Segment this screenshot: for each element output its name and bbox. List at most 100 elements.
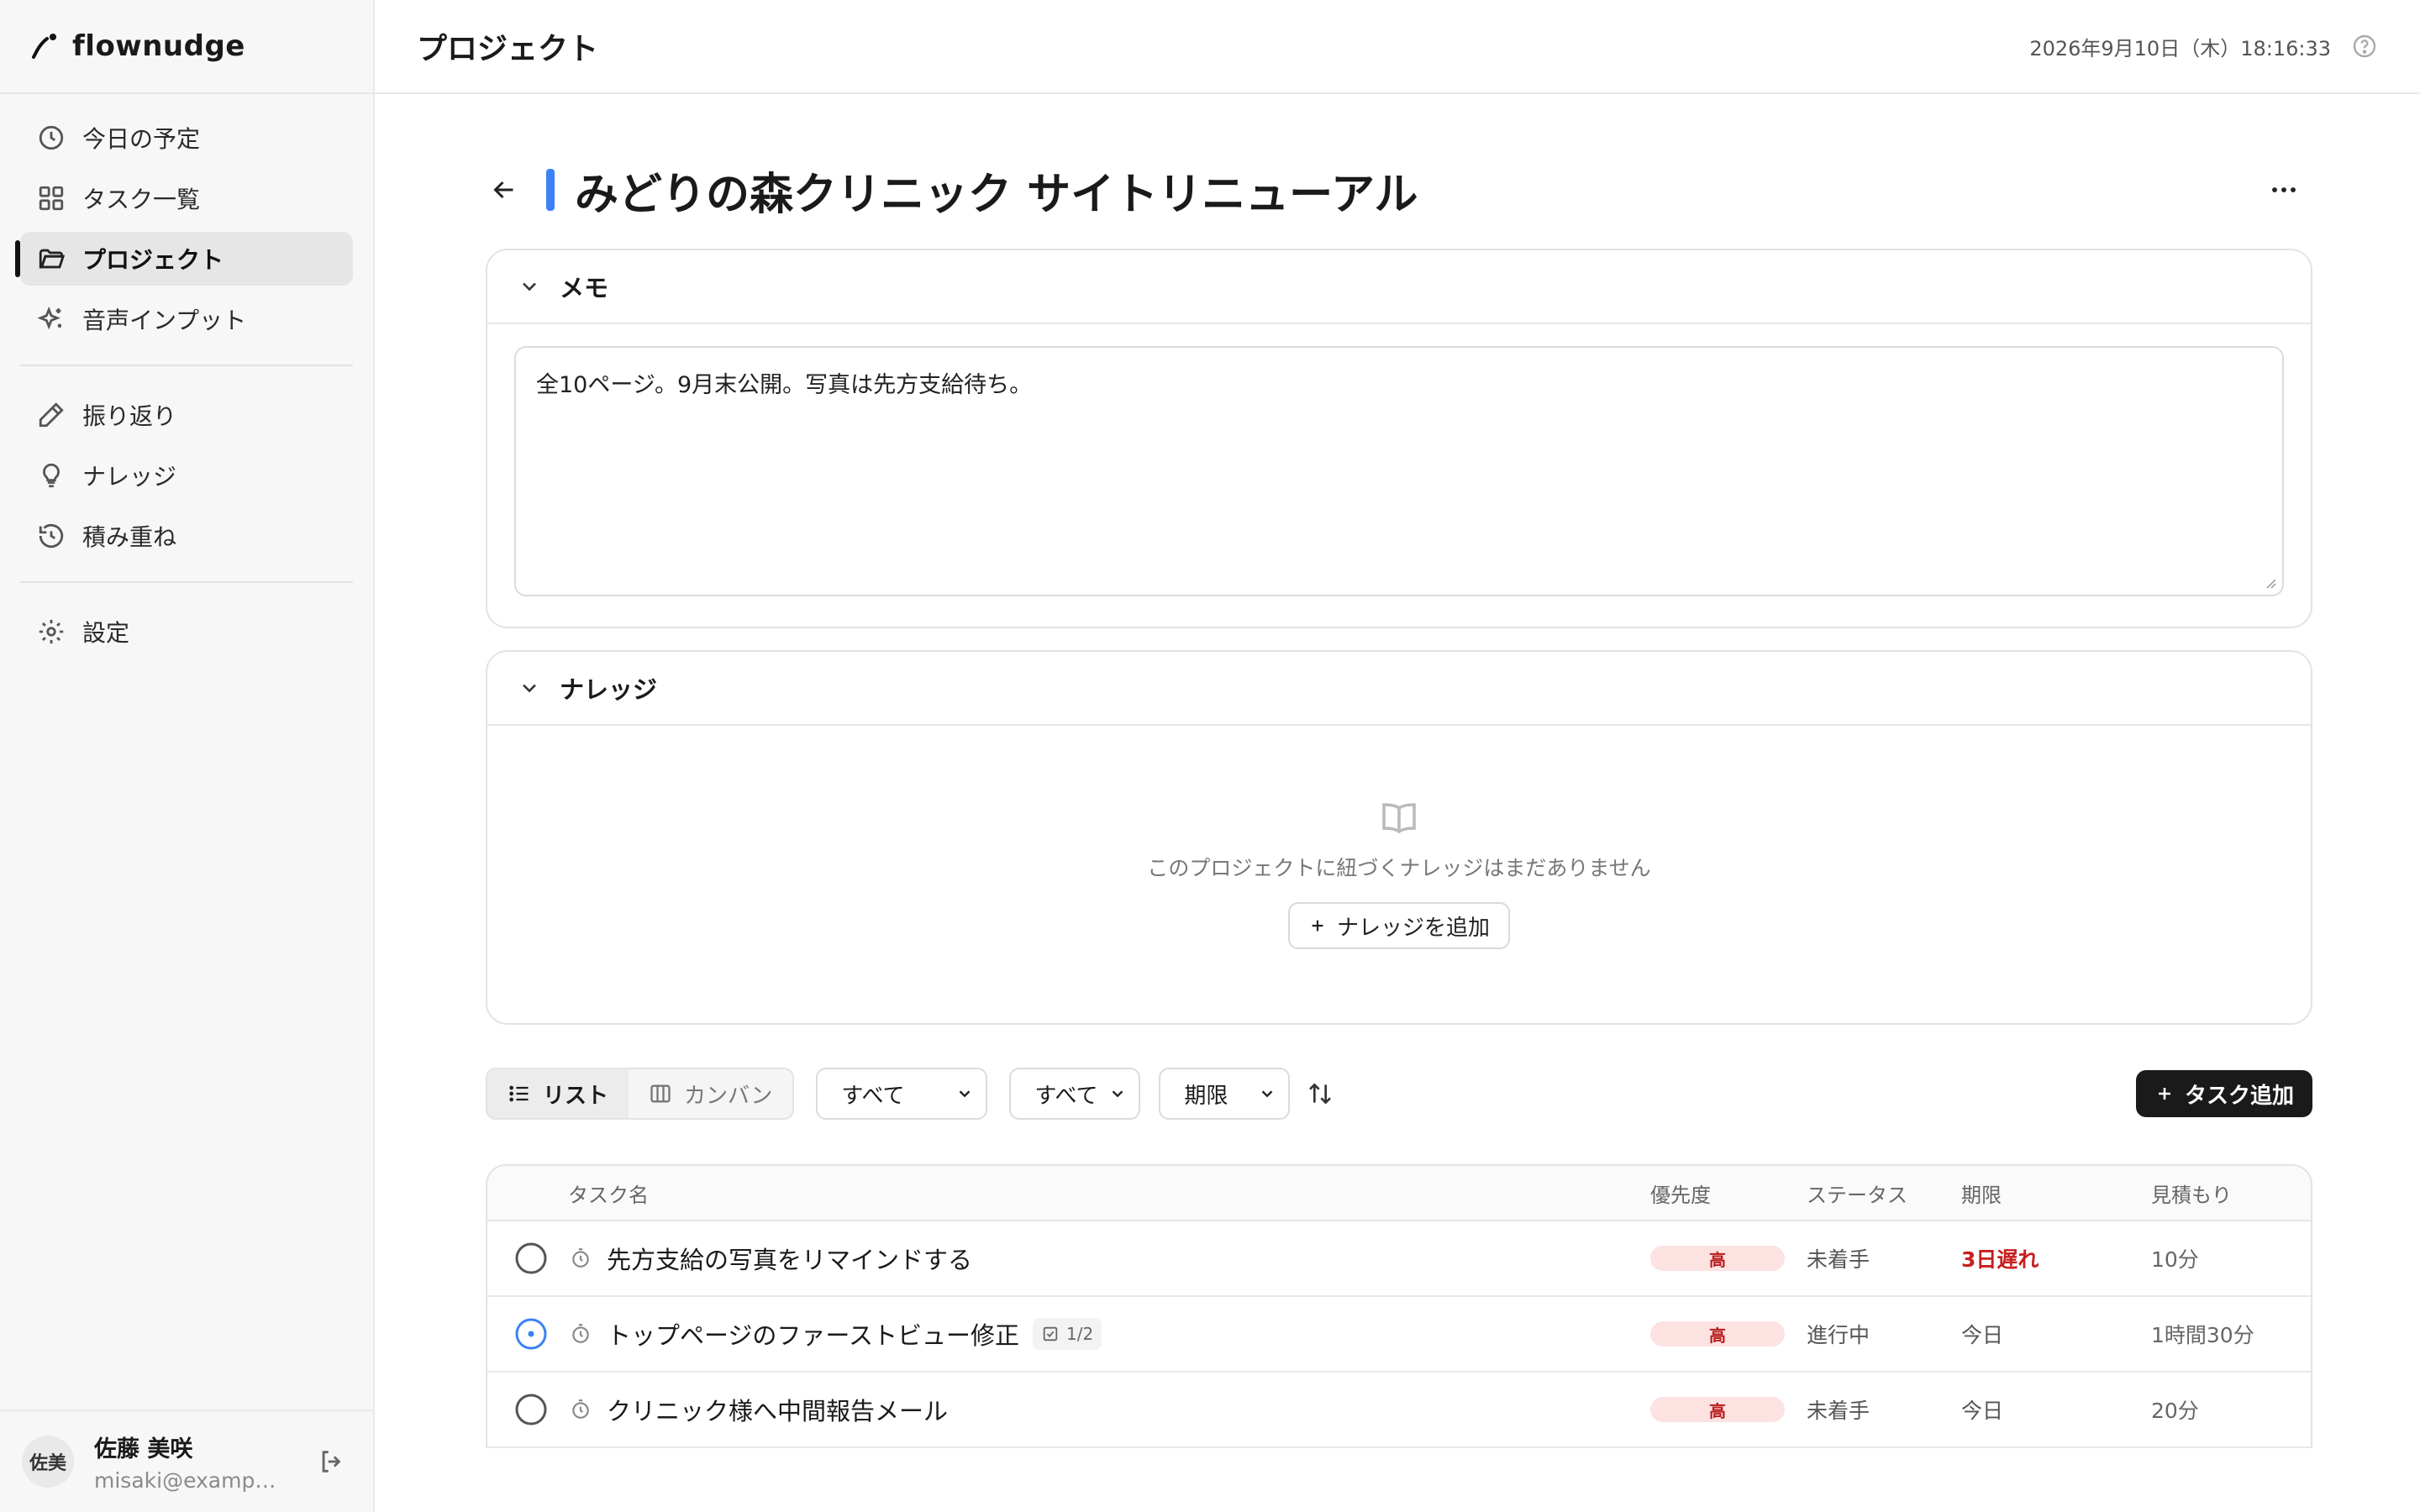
user-email: misaki@example.com bbox=[94, 1468, 281, 1493]
subtask-badge: 1/2 bbox=[1032, 1318, 1102, 1350]
task-status: 未着手 bbox=[1807, 1399, 1870, 1423]
checkbox-icon bbox=[1043, 1326, 1058, 1341]
knowledge-heading: ナレッジ bbox=[560, 675, 658, 704]
knowledge-header[interactable]: ナレッジ bbox=[487, 652, 2311, 726]
avatar[interactable]: 佐美 bbox=[22, 1436, 74, 1488]
in-progress-circle-icon[interactable] bbox=[514, 1317, 548, 1351]
sidebar-item-voice-input[interactable]: 音声インプット bbox=[20, 292, 353, 346]
task-name[interactable]: 先方支給の写真をリマインドする bbox=[607, 1241, 972, 1276]
table-row[interactable]: クリニック様へ中間報告メール 高 未着手 今日 20分 bbox=[487, 1373, 2311, 1448]
sort-direction-icon[interactable] bbox=[1307, 1080, 1334, 1107]
task-estimate: 10分 bbox=[2151, 1247, 2199, 1272]
sidebar-item-label: 振り返り bbox=[82, 402, 177, 430]
memo-text: 全10ページ。9月末公開。写真は先方支給待ち。 bbox=[536, 372, 1033, 398]
task-name-cell: クリニック様へ中間報告メール bbox=[487, 1392, 1650, 1427]
list-view-button[interactable]: リスト bbox=[487, 1069, 629, 1118]
project-header: みどりの森クリニック サイトリニューアル bbox=[486, 131, 2312, 249]
user-info: 佐藤 美咲 misaki@example.com bbox=[94, 1431, 281, 1493]
sidebar-item-projects[interactable]: プロジェクト bbox=[15, 232, 353, 286]
folder-open-icon bbox=[39, 249, 66, 269]
user-name: 佐藤 美咲 bbox=[94, 1436, 193, 1462]
priority-filter-select[interactable]: すべて bbox=[816, 1068, 988, 1120]
sparkles-icon bbox=[37, 306, 62, 330]
user-panel: 佐美 佐藤 美咲 misaki@example.com bbox=[0, 1410, 373, 1512]
view-toggle: リスト カンバン bbox=[486, 1068, 795, 1120]
status-circle-icon[interactable] bbox=[514, 1393, 548, 1426]
task-name-cell: トップページのファーストビュー修正 1/2 bbox=[487, 1316, 1650, 1352]
task-estimate: 1時間30分 bbox=[2151, 1323, 2254, 1347]
chevron-down-icon bbox=[523, 684, 536, 693]
project-color-bar bbox=[546, 169, 555, 211]
task-name[interactable]: クリニック様へ中間報告メール bbox=[607, 1392, 948, 1427]
task-due: 3日遅れ bbox=[1961, 1247, 2039, 1272]
memo-heading: メモ bbox=[560, 274, 609, 302]
task-estimate: 20分 bbox=[2151, 1399, 2199, 1423]
column-header-priority[interactable]: 優先度 bbox=[1650, 1179, 1807, 1208]
more-options-icon[interactable] bbox=[2265, 171, 2302, 208]
column-header-status[interactable]: ステータス bbox=[1807, 1179, 1961, 1208]
main-content: みどりの森クリニック サイトリニューアル メモ 全10ページ。9月末公開。写真は… bbox=[486, 94, 2312, 1448]
priority-cell: 高 bbox=[1650, 1397, 1807, 1422]
kanban-view-label: カンバン bbox=[684, 1083, 773, 1109]
memo-body: 全10ページ。9月末公開。写真は先方支給待ち。 bbox=[487, 324, 2311, 627]
sidebar-item-settings[interactable]: 設定 bbox=[20, 605, 353, 659]
project-title: みどりの森クリニック サイトリニューアル bbox=[575, 169, 1418, 220]
pencil-icon bbox=[39, 402, 64, 428]
nav-divider bbox=[20, 365, 353, 366]
sidebar-item-label: ナレッジ bbox=[82, 463, 177, 491]
sidebar-item-label: タスク一覧 bbox=[82, 186, 201, 213]
sidebar-item-tasks[interactable]: タスク一覧 bbox=[20, 171, 353, 225]
knowledge-empty-text: このプロジェクトに紐づくナレッジはまだありません bbox=[1147, 856, 1651, 880]
flownudge-logo-icon bbox=[32, 34, 56, 59]
history-icon bbox=[39, 523, 64, 549]
task-status: 進行中 bbox=[1807, 1323, 1870, 1347]
app-name: flownudge bbox=[72, 29, 245, 63]
memo-textarea[interactable]: 全10ページ。9月末公開。写真は先方支給待ち。 bbox=[514, 346, 2284, 596]
sort-select[interactable]: 期限 bbox=[1159, 1068, 1291, 1120]
chevron-down-icon bbox=[1112, 1090, 1123, 1098]
topbar: プロジェクト 2026年9月10日（木）18:16:33 bbox=[375, 0, 2420, 94]
task-name[interactable]: トップページのファーストビュー修正 bbox=[607, 1316, 1019, 1352]
add-knowledge-label: ナレッジを追加 bbox=[1336, 915, 1490, 941]
task-table: タスク名 優先度 ステータス 期限 見積もり 先方支給の写真をリマインドする 高… bbox=[486, 1164, 2312, 1448]
column-header-due[interactable]: 期限 bbox=[1961, 1179, 2151, 1208]
status-circle-icon[interactable] bbox=[514, 1242, 548, 1275]
kanban-view-button[interactable]: カンバン bbox=[629, 1069, 792, 1118]
sidebar-item-label: プロジェクト bbox=[82, 246, 224, 274]
timer-icon[interactable] bbox=[570, 1399, 592, 1420]
priority-badge: 高 bbox=[1650, 1321, 1785, 1347]
sort-value: 期限 bbox=[1184, 1083, 1228, 1109]
help-icon[interactable] bbox=[2351, 33, 2378, 60]
chevron-down-icon bbox=[1261, 1090, 1273, 1098]
logout-icon[interactable] bbox=[318, 1447, 346, 1476]
table-row[interactable]: トップページのファーストビュー修正 1/2 高 進行中 今日 1時間30分 bbox=[487, 1297, 2311, 1373]
add-task-button[interactable]: タスク追加 bbox=[2135, 1070, 2312, 1117]
status-filter-select[interactable]: すべて bbox=[1009, 1068, 1141, 1120]
task-status: 未着手 bbox=[1807, 1247, 1870, 1272]
sidebar-item-history[interactable]: 積み重ね bbox=[20, 509, 353, 563]
timer-icon[interactable] bbox=[570, 1247, 592, 1269]
list-icon bbox=[509, 1085, 529, 1102]
column-header-estimate[interactable]: 見積もり bbox=[2151, 1179, 2302, 1208]
knowledge-section: ナレッジ このプロジェクトに紐づくナレッジはまだありません ナレッジを追加 bbox=[486, 650, 2312, 1025]
subtask-count: 1/2 bbox=[1065, 1324, 1094, 1344]
resize-grip-icon[interactable] bbox=[2262, 575, 2277, 590]
brand[interactable]: flownudge bbox=[0, 0, 373, 94]
timer-icon[interactable] bbox=[570, 1323, 592, 1345]
task-due: 今日 bbox=[1961, 1323, 2004, 1347]
sidebar-item-review[interactable]: 振り返り bbox=[20, 388, 353, 442]
sidebar-item-today[interactable]: 今日の予定 bbox=[20, 111, 353, 165]
memo-section: メモ 全10ページ。9月末公開。写真は先方支給待ち。 bbox=[486, 249, 2312, 628]
nav-divider bbox=[20, 581, 353, 583]
gear-icon bbox=[39, 619, 64, 644]
current-datetime: 2026年9月10日（木）18:16:33 bbox=[2029, 36, 2331, 60]
sidebar-item-knowledge[interactable]: ナレッジ bbox=[20, 449, 353, 502]
table-row[interactable]: 先方支給の写真をリマインドする 高 未着手 3日遅れ 10分 bbox=[487, 1221, 2311, 1297]
memo-header[interactable]: メモ bbox=[487, 250, 2311, 324]
back-arrow-icon[interactable] bbox=[489, 175, 519, 205]
sidebar-item-label: 音声インプット bbox=[82, 307, 247, 334]
column-header-name[interactable]: タスク名 bbox=[568, 1179, 1650, 1208]
knowledge-empty-state: このプロジェクトに紐づくナレッジはまだありません ナレッジを追加 bbox=[487, 726, 2311, 1023]
sidebar-item-label: 設定 bbox=[82, 619, 130, 647]
add-knowledge-button[interactable]: ナレッジを追加 bbox=[1287, 902, 1510, 949]
